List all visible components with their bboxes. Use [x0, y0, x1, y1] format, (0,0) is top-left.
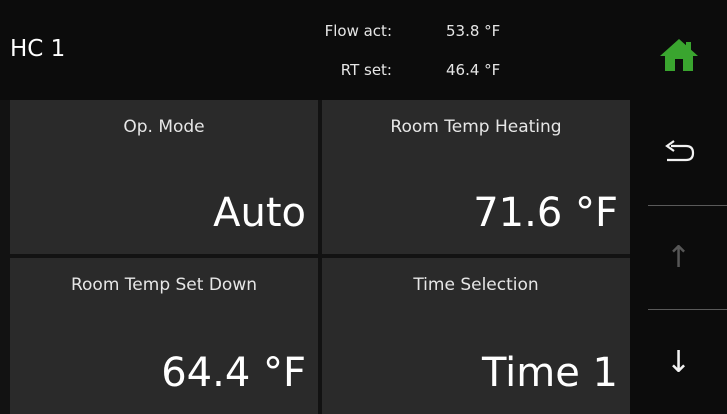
page-title: HC 1 [10, 36, 66, 62]
arrow-up-icon: ↑ [665, 239, 692, 275]
header-bar: HC 1 Flow act: 53.8 °F RT set: 46.4 °F [0, 0, 630, 100]
tile-label: Room Temp Set Down [70, 275, 257, 295]
tile-value: 71.6 °F [473, 190, 618, 236]
back-arrow-icon [664, 139, 694, 161]
tile-value: Time 1 [481, 350, 618, 396]
flow-act-label: Flow act: [324, 22, 392, 40]
time-selection-tile[interactable]: Time Selection Time 1 [322, 258, 630, 414]
tile-label: Room Temp Heating [390, 117, 562, 137]
home-icon [659, 39, 698, 71]
op-mode-tile[interactable]: Op. Mode Auto [10, 100, 318, 254]
rt-set-value: 46.4 °F [446, 61, 501, 79]
room-temp-heating-tile[interactable]: Room Temp Heating 71.6 °F [322, 100, 630, 254]
arrow-down-icon: ↓ [665, 345, 692, 380]
rt-set-label: RT set: [340, 61, 392, 79]
tile-value: Auto [213, 190, 306, 236]
tile-label: Op. Mode [123, 117, 205, 137]
settings-grid: Op. Mode Auto Room Temp Heating 71.6 °F … [10, 100, 630, 414]
tile-value: 64.4 °F [161, 350, 306, 396]
flow-act-value: 53.8 °F [446, 22, 501, 40]
nav-sidebar: ↑ ↓ [630, 0, 727, 414]
room-temp-set-down-tile[interactable]: Room Temp Set Down 64.4 °F [10, 258, 318, 414]
sidebar-divider [648, 205, 727, 206]
scroll-up-button[interactable]: ↑ [630, 215, 727, 300]
tile-label: Time Selection [413, 275, 539, 295]
home-button[interactable] [630, 20, 727, 90]
sidebar-divider [648, 309, 727, 310]
back-button[interactable] [630, 120, 727, 185]
scroll-down-button[interactable]: ↓ [630, 318, 727, 408]
